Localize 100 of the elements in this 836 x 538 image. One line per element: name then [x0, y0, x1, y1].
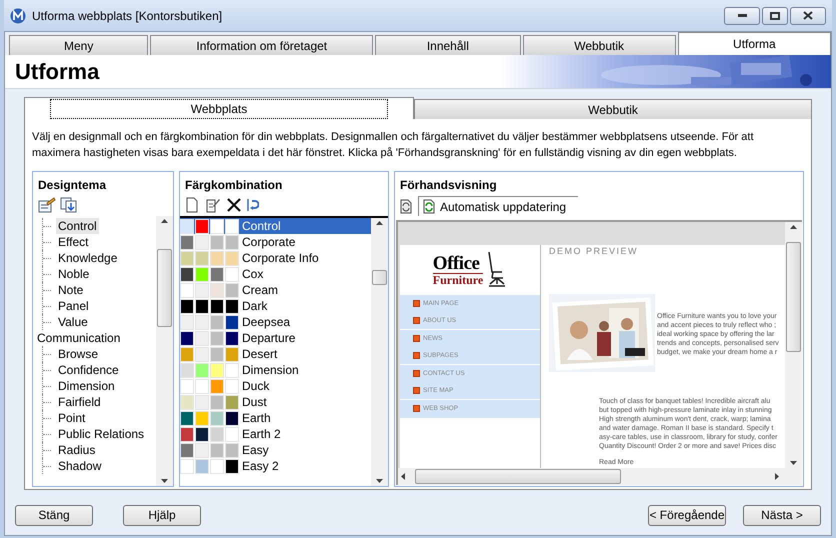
color-scheme-name: Dark	[242, 298, 268, 315]
auto-update-toggle[interactable]: Automatisk uppdatering	[418, 196, 578, 216]
color-scheme-row[interactable]: Control	[180, 218, 371, 234]
bullet-icon	[413, 387, 420, 394]
panel-title: Förhandsvisning	[399, 177, 498, 194]
scroll-thumb[interactable]	[157, 249, 172, 327]
close-button[interactable]	[790, 6, 826, 24]
tree-item[interactable]: Panel	[56, 298, 91, 314]
color-scheme-name: Dimension	[242, 362, 299, 379]
dialog-button[interactable]: Nästa >	[743, 504, 821, 526]
tree-item[interactable]: Note	[56, 282, 86, 298]
color-scheme-row[interactable]: Easy	[180, 442, 371, 458]
tab[interactable]: Webbutik	[414, 99, 812, 119]
tab[interactable]: Utforma	[678, 32, 831, 55]
bullet-icon	[413, 352, 420, 360]
close-icon	[803, 11, 813, 20]
tree-item[interactable]: Browse	[56, 346, 100, 362]
scroll-up-icon[interactable]	[376, 221, 383, 225]
color-scheme-row[interactable]: Corporate	[180, 234, 371, 250]
color-scheme-row[interactable]: Corporate Info	[180, 250, 371, 266]
horizontal-scrollbar[interactable]	[398, 468, 802, 485]
scroll-thumb[interactable]	[415, 469, 621, 484]
color-scheme-name: Dust	[242, 394, 267, 411]
color-scheme-name: Control	[242, 218, 281, 235]
bullet-icon	[413, 405, 420, 412]
page-heading: Utforma	[14, 58, 100, 86]
tree-item[interactable]: Dimension	[56, 378, 117, 394]
panel-title: Designtema	[37, 177, 108, 194]
tree-item[interactable]: Public Relations	[56, 426, 146, 442]
refresh-icon	[423, 199, 435, 214]
scroll-down-icon[interactable]	[161, 479, 168, 483]
color-scheme-row[interactable]: Earth	[180, 410, 371, 426]
tree-item[interactable]: Shadow	[56, 458, 104, 474]
color-scheme-name: Desert	[242, 346, 278, 363]
scroll-thumb[interactable]	[786, 242, 801, 352]
scroll-down-icon[interactable]	[376, 479, 383, 483]
color-scheme-row[interactable]: Dimension	[180, 362, 371, 378]
tab[interactable]: Webbutik	[522, 35, 676, 55]
tree-item[interactable]: Communication	[36, 329, 122, 347]
color-scheme-row[interactable]: Easy 2	[180, 458, 371, 474]
tree-item[interactable]: Value	[56, 314, 90, 330]
dialog-button[interactable]: Stäng	[15, 504, 93, 526]
scroll-left-icon[interactable]	[401, 473, 405, 480]
color-scheme-row[interactable]: Cream	[180, 282, 371, 298]
color-scheme-name: Departure	[242, 330, 296, 347]
bullet-icon	[413, 335, 420, 342]
scroll-up-icon[interactable]	[161, 219, 168, 223]
copy-template-icon[interactable]	[60, 197, 78, 213]
color-scheme-name: Easy 2	[242, 458, 279, 475]
tab[interactable]: Meny	[9, 35, 148, 55]
color-scheme-row[interactable]: Duck	[180, 378, 371, 394]
color-scheme-row[interactable]: Cox	[180, 266, 371, 282]
scroll-right-icon[interactable]	[775, 473, 779, 480]
dialog-button[interactable]: Hjälp	[123, 504, 201, 526]
vertical-scrollbar[interactable]	[785, 222, 802, 468]
color-scheme-row[interactable]: Departure	[180, 330, 371, 346]
tab[interactable]: Innehåll	[375, 35, 520, 55]
color-scheme-name: Cream	[242, 282, 278, 299]
tree-item[interactable]: Radius	[56, 442, 98, 458]
minimize-button[interactable]	[724, 6, 760, 24]
color-scheme-row[interactable]: Dust	[180, 394, 371, 410]
vertical-scrollbar[interactable]	[156, 216, 173, 486]
tree-item[interactable]: Control	[56, 218, 99, 234]
tree-item[interactable]: Fairfield	[56, 394, 103, 410]
scroll-down-icon[interactable]	[790, 461, 797, 465]
edit-document-icon[interactable]	[205, 197, 221, 213]
color-scheme-row[interactable]: Dark	[180, 298, 371, 314]
refresh-icon[interactable]	[400, 198, 412, 214]
scroll-up-icon[interactable]	[790, 225, 797, 229]
app-logo-icon	[10, 8, 26, 24]
tree-item[interactable]: Confidence	[56, 362, 121, 378]
window-title: Utforma webbplats [Kontorsbutiken]	[32, 8, 222, 24]
color-scheme-row[interactable]: Desert	[180, 346, 371, 362]
color-scheme-name: Easy	[242, 442, 269, 459]
tab[interactable]: Webbplats	[24, 97, 414, 119]
description-text: Välj en designmall och en färgkombination för din webbplats. Designmallen och färgalternativet du väljer bestämmer webbplatsens utseende. För att maximera hastigheten visas bara exempeldata i det här fönstret. Klicka på 'Förhandsgranskning' för en fullständig visning av din egen webbplats.	[32, 130, 755, 161]
tab[interactable]: Information om företaget	[150, 35, 374, 55]
bullet-icon	[413, 370, 420, 378]
site-logo: Office Furniture	[400, 245, 540, 295]
tree-item[interactable]: Noble	[56, 266, 92, 282]
color-scheme-name: Duck	[242, 378, 270, 395]
color-scheme-row[interactable]: Deepsea	[180, 314, 371, 330]
tree-item[interactable]: Point	[56, 410, 88, 426]
bullet-icon	[413, 317, 420, 324]
tree-item[interactable]: Knowledge	[56, 250, 120, 266]
vertical-scrollbar[interactable]	[371, 218, 388, 486]
bullet-icon	[413, 300, 420, 308]
color-scheme-name: Cox	[242, 266, 264, 283]
tree-item[interactable]: Effect	[56, 234, 90, 250]
maximize-button[interactable]	[762, 6, 788, 24]
color-scheme-name: Corporate Info	[242, 250, 319, 267]
undo-icon[interactable]	[247, 197, 259, 213]
scroll-thumb[interactable]	[372, 270, 387, 285]
new-document-icon[interactable]	[185, 197, 199, 213]
edit-template-icon[interactable]	[38, 197, 56, 213]
dialog-button[interactable]: < Föregående	[648, 504, 726, 526]
preview-heading: DEMO PREVIEW	[549, 245, 640, 258]
color-scheme-row[interactable]: Earth 2	[180, 426, 371, 442]
color-scheme-name: Deepsea	[242, 314, 290, 331]
delete-icon[interactable]	[227, 198, 241, 212]
